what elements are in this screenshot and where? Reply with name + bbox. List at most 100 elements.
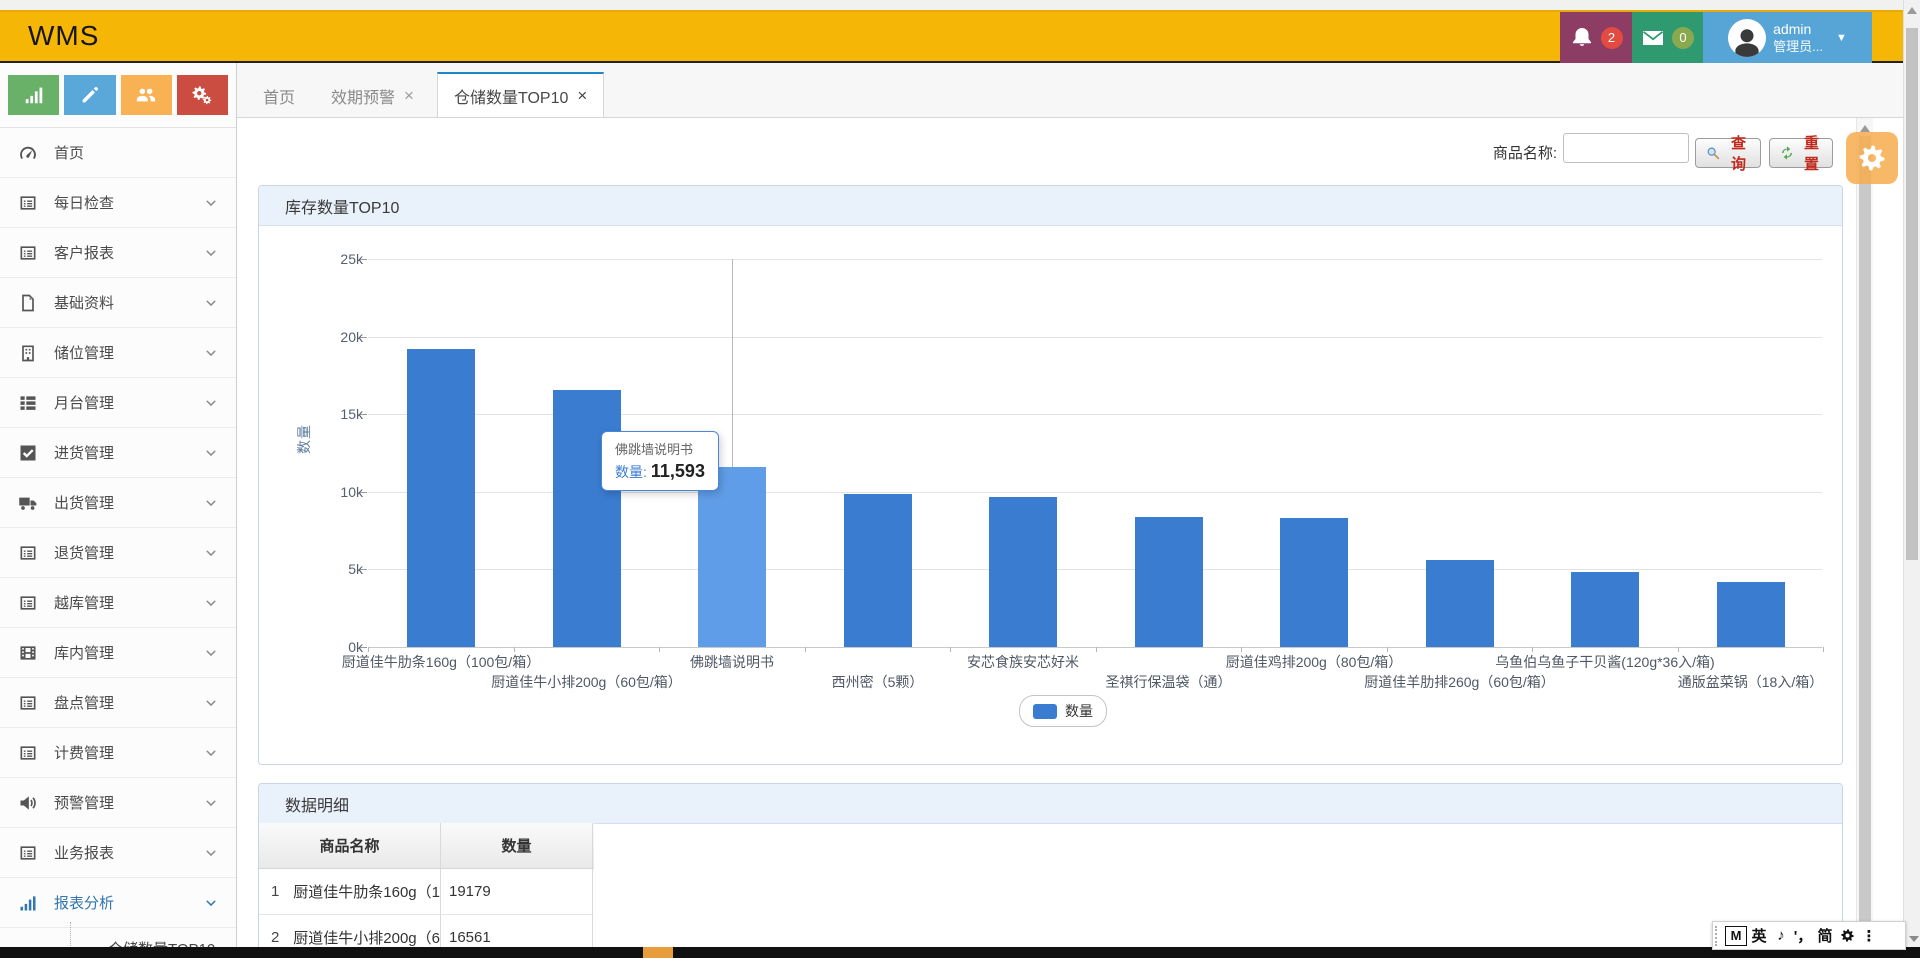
bar-7[interactable] — [1280, 518, 1348, 647]
content-scrollbar-thumb[interactable] — [1859, 136, 1871, 931]
tab-仓储数量TOP10[interactable]: 仓储数量TOP10 × — [437, 72, 605, 117]
ime-more[interactable]: ⋮ — [1859, 925, 1879, 947]
browser-scrollbar[interactable] — [1903, 0, 1920, 958]
sidebar-item-储位管理[interactable]: 储位管理 — [0, 328, 236, 378]
detail-panel-title: 数据明细 — [259, 784, 1842, 824]
tab-效期预警[interactable]: 效期预警 × — [315, 74, 430, 117]
chevron-down-icon[interactable] — [204, 346, 218, 360]
reset-button[interactable]: 重置 — [1769, 135, 1833, 173]
quick-users-button[interactable] — [120, 75, 172, 115]
gridline — [368, 336, 1822, 338]
gauge-icon — [18, 143, 38, 163]
sidebar-item-label: 盘点管理 — [54, 695, 115, 712]
close-icon[interactable]: × — [404, 87, 414, 104]
user-icon — [1730, 23, 1764, 57]
chevron-down-icon[interactable] — [204, 646, 218, 660]
message-count-badge: 0 — [1672, 26, 1694, 49]
x-axis-label: 厨道佳牛小排200g（60包/箱） — [491, 674, 682, 690]
sidebar-item-客户报表[interactable]: 客户报表 — [0, 228, 236, 278]
list-icon — [18, 693, 38, 713]
bar-6[interactable] — [1134, 517, 1203, 647]
bell-icon — [1570, 26, 1594, 50]
chevron-down-icon[interactable] — [204, 596, 218, 610]
theme-settings-button[interactable] — [1846, 132, 1898, 184]
sidebar-item-基础资料[interactable]: 基础资料 — [0, 278, 236, 328]
sidebar-item-月台管理[interactable]: 月台管理 — [0, 378, 236, 428]
bar-9[interactable] — [1571, 572, 1639, 647]
sidebar-item-首页[interactable]: 首页 — [0, 128, 236, 178]
scroll-up-arrow-icon[interactable] — [1860, 125, 1870, 132]
bar-5[interactable] — [989, 497, 1057, 647]
close-icon[interactable]: × — [577, 87, 587, 104]
ime-settings[interactable] — [1837, 925, 1857, 947]
chevron-down-icon[interactable] — [204, 696, 218, 710]
chart-legend[interactable]: 数量 — [1019, 695, 1107, 727]
cell-quantity: 19179 — [441, 869, 593, 914]
sidebar-item-进货管理[interactable]: 进货管理 — [0, 428, 236, 478]
bar-3[interactable] — [698, 467, 766, 647]
tree-line — [70, 922, 71, 950]
sidebar-item-盘点管理[interactable]: 盘点管理 — [0, 678, 236, 728]
sidebar-item-每日检查[interactable]: 每日检查 — [0, 178, 236, 228]
bar-1[interactable] — [407, 349, 475, 647]
sidebar-item-越库管理[interactable]: 越库管理 — [0, 578, 236, 628]
chevron-down-icon[interactable] — [204, 496, 218, 510]
quick-edit-button[interactable] — [64, 75, 116, 115]
browser-scrollbar-thumb[interactable] — [1906, 28, 1918, 560]
messages-button[interactable]: 0 — [1632, 12, 1703, 63]
chevron-down-icon[interactable] — [204, 396, 218, 410]
tooltip-value: 11,593 — [650, 461, 705, 481]
content-scrollbar[interactable] — [1856, 118, 1873, 947]
sidebar-item-报表分析[interactable]: 报表分析 — [0, 878, 236, 928]
row-rank: 1 — [271, 883, 280, 900]
chevron-down-icon[interactable] — [204, 796, 218, 810]
notifications-button[interactable]: 2 — [1560, 12, 1632, 63]
x-axis-label: 厨道佳羊肋排260g（60包/箱） — [1364, 674, 1555, 690]
x-axis-label: 厨道佳牛肋条160g（100包/箱） — [341, 654, 541, 670]
ime-lang-mode[interactable]: 英 — [1749, 925, 1769, 947]
sidebar-item-计费管理[interactable]: 计费管理 — [0, 728, 236, 778]
sidebar-item-预警管理[interactable]: 预警管理 — [0, 778, 236, 828]
bar-4[interactable] — [843, 494, 912, 647]
sidebar-item-出货管理[interactable]: 出货管理 — [0, 478, 236, 528]
chevron-down-icon[interactable] — [204, 746, 218, 760]
chevron-down-icon[interactable] — [204, 246, 218, 260]
sidebar-item-退货管理[interactable]: 退货管理 — [0, 528, 236, 578]
ime-charset[interactable]: 简 — [1815, 925, 1835, 947]
scroll-up-arrow-icon[interactable] — [1907, 7, 1917, 14]
ime-drag-handle[interactable] — [1715, 925, 1721, 946]
ime-logo[interactable]: M — [1725, 925, 1747, 946]
bar-2[interactable] — [552, 390, 621, 647]
bar-8[interactable] — [1425, 560, 1494, 647]
sidebar-item-label: 每日检查 — [54, 195, 115, 212]
quick-settings-button[interactable] — [176, 75, 228, 115]
data-detail-panel: 数据明细 商品名称 数量 1 厨道佳牛肋条160g（1 19179 2 厨道佳牛小排20… — [258, 783, 1843, 958]
x-axis-tick — [950, 647, 951, 652]
quick-report-button[interactable] — [8, 75, 60, 115]
chevron-down-icon[interactable] — [204, 896, 218, 910]
chevron-down-icon[interactable] — [204, 546, 218, 560]
sidebar-item-库内管理[interactable]: 库内管理 — [0, 628, 236, 678]
chevron-down-icon[interactable] — [204, 446, 218, 460]
tab-label: 仓储数量TOP10 — [454, 89, 569, 107]
user-menu[interactable]: admin 管理员... ▼ — [1703, 12, 1872, 63]
chart-panel-title: 库存数量TOP10 — [259, 186, 1842, 226]
chevron-down-icon[interactable] — [204, 846, 218, 860]
chevron-down-icon[interactable] — [204, 296, 218, 310]
tab-label: 首页 — [263, 89, 296, 107]
chart-tooltip: 佛跳墙说明书 数量: 11,593 — [601, 431, 719, 491]
ime-punctuation[interactable]: '， — [1793, 925, 1813, 947]
query-button[interactable]: 查询 — [1695, 135, 1761, 173]
column-header-product-name: 商品名称 — [259, 823, 441, 868]
product-name-input[interactable] — [1563, 133, 1689, 163]
sidebar-item-业务报表[interactable]: 业务报表 — [0, 828, 236, 878]
ime-width-mode[interactable]: ♪ — [1771, 925, 1791, 947]
tab-bar: 首页 效期预警 × 仓储数量TOP10 × — [237, 63, 1903, 118]
taskbar-item[interactable] — [643, 947, 673, 958]
ime-caret-icon[interactable] — [1909, 936, 1919, 942]
film-icon — [18, 643, 38, 663]
bar-10[interactable] — [1716, 582, 1785, 647]
top-navbar: WMS 2 0 admin 管理员... ▼ — [0, 10, 1920, 63]
chevron-down-icon[interactable] — [204, 196, 218, 210]
tab-首页[interactable]: 首页 — [247, 74, 311, 117]
